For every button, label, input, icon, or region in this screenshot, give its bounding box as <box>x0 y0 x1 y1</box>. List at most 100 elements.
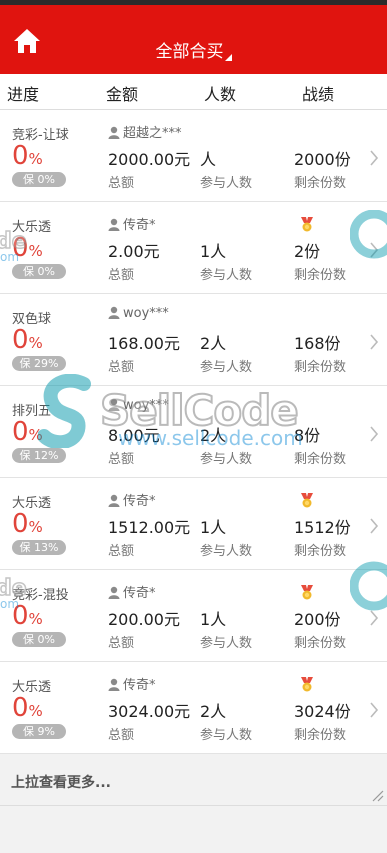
people-label: 参与人数 <box>200 452 253 467</box>
amount-value: 3024.00元 <box>108 702 191 721</box>
people-value: 1人 <box>200 518 227 537</box>
share-value: 2份 <box>294 242 321 261</box>
user-name: 传奇* <box>108 490 156 509</box>
people-value: 2人 <box>200 702 227 721</box>
people-label: 参与人数 <box>200 360 253 375</box>
progress-value: 0% <box>12 233 43 263</box>
guarantee-badge: 保 0% <box>12 632 66 647</box>
progress-value: 0% <box>12 417 43 447</box>
share-label: 剩余份数 <box>294 452 347 467</box>
amount-value: 2000.00元 <box>108 150 191 169</box>
chevron-right-icon <box>370 242 379 258</box>
load-more-bar[interactable]: 上拉查看更多... <box>0 754 387 806</box>
guarantee-badge: 保 13% <box>12 540 66 555</box>
user-name: woy*** <box>108 398 169 413</box>
amount-value: 8.00元 <box>108 426 160 445</box>
progress-value: 0% <box>12 509 43 539</box>
column-people: 人数 <box>204 85 237 104</box>
chevron-right-icon <box>370 426 379 442</box>
amount-label: 总额 <box>108 452 135 467</box>
progress-value: 0% <box>12 325 43 355</box>
guarantee-badge: 保 12% <box>12 448 66 463</box>
amount-label: 总额 <box>108 544 135 559</box>
people-value: 人 <box>200 150 217 169</box>
share-value: 8份 <box>294 426 321 445</box>
medal-icon <box>301 493 313 508</box>
column-progress: 进度 <box>7 85 40 104</box>
progress-value: 0% <box>12 601 43 631</box>
plan-row[interactable]: 竞彩-让球 0% 保 0% 超越之*** 2000.00元人 2000份 总额 参与人数 剩余份… <box>0 110 387 202</box>
plan-row[interactable]: 大乐透 0% 保 9% 传奇* 3024.00元 2人 3024份 总额 参与人数 剩余份数 <box>0 662 387 754</box>
column-record: 战绩 <box>302 85 335 104</box>
app-header: 全部合买 <box>0 5 387 74</box>
people-value: 1人 <box>200 610 227 629</box>
resize-grip-icon <box>372 790 384 802</box>
people-label: 参与人数 <box>200 728 253 743</box>
guarantee-badge: 保 29% <box>12 356 66 371</box>
share-value: 168份 <box>294 334 341 353</box>
user-name: 传奇* <box>108 582 156 601</box>
share-value: 200份 <box>294 610 341 629</box>
chevron-right-icon <box>370 610 379 626</box>
amount-label: 总额 <box>108 176 135 191</box>
plan-list: 竞彩-让球 0% 保 0% 超越之*** 2000.00元人 2000份 总额 参与人数 剩余份… <box>0 110 387 754</box>
user-icon <box>108 586 120 599</box>
user-name: 传奇* <box>108 214 156 233</box>
share-label: 剩余份数 <box>294 176 347 191</box>
page-title-dropdown[interactable]: 全部合买 <box>0 37 387 62</box>
progress-value: 0% <box>12 141 43 171</box>
user-icon <box>108 398 120 411</box>
medal-icon <box>301 677 313 692</box>
chevron-right-icon <box>370 702 379 718</box>
user-icon <box>108 678 120 691</box>
share-label: 剩余份数 <box>294 544 347 559</box>
amount-value: 168.00元 <box>108 334 180 353</box>
amount-value: 200.00元 <box>108 610 180 629</box>
chevron-right-icon <box>370 518 379 534</box>
people-value: 2人 <box>200 334 227 353</box>
amount-label: 总额 <box>108 728 135 743</box>
share-label: 剩余份数 <box>294 268 347 283</box>
user-name: 超越之*** <box>108 122 182 141</box>
share-label: 剩余份数 <box>294 728 347 743</box>
plan-row[interactable]: 排列五 0% 保 12% woy*** 8.00元 2人 8份 总额 参与人数 剩余份数 <box>0 386 387 478</box>
people-label: 参与人数 <box>200 268 253 283</box>
share-value: 2000份 <box>294 150 351 169</box>
dropdown-caret-icon <box>224 54 232 61</box>
user-icon <box>108 494 120 507</box>
user-icon <box>108 306 120 319</box>
amount-label: 总额 <box>108 360 135 375</box>
plan-row[interactable]: 大乐透 0% 保 13% 传奇* 1512.00元 1人 1512份 总额 参与人数 剩余份数 <box>0 478 387 570</box>
progress-value: 0% <box>12 693 43 723</box>
share-value: 3024份 <box>294 702 351 721</box>
people-value: 1人 <box>200 242 227 261</box>
share-label: 剩余份数 <box>294 360 347 375</box>
amount-label: 总额 <box>108 268 135 283</box>
user-name: woy*** <box>108 306 169 321</box>
chevron-right-icon <box>370 150 379 166</box>
plan-row[interactable]: 竞彩-混投 0% 保 0% 传奇* 200.00元 1人 200份 总额 参与人数 剩余份数 <box>0 570 387 662</box>
medal-icon <box>301 217 313 232</box>
share-value: 1512份 <box>294 518 351 537</box>
amount-label: 总额 <box>108 636 135 651</box>
page-title: 全部合买 <box>155 42 224 62</box>
people-label: 参与人数 <box>200 544 253 559</box>
column-header: 进度 金额 人数 战绩 <box>0 74 387 110</box>
share-label: 剩余份数 <box>294 636 347 651</box>
plan-row[interactable]: 双色球 0% 保 29% woy*** 168.00元 2人 168份 总额 参与人数 剩余份数 <box>0 294 387 386</box>
user-icon <box>108 218 120 231</box>
amount-value: 2.00元 <box>108 242 160 261</box>
chevron-right-icon <box>370 334 379 350</box>
amount-value: 1512.00元 <box>108 518 191 537</box>
medal-icon <box>301 585 313 600</box>
column-amount: 金额 <box>106 85 139 104</box>
user-name: 传奇* <box>108 674 156 693</box>
guarantee-badge: 保 0% <box>12 264 66 279</box>
people-label: 参与人数 <box>200 176 253 191</box>
guarantee-badge: 保 0% <box>12 172 66 187</box>
people-label: 参与人数 <box>200 636 253 651</box>
plan-row[interactable]: 大乐透 0% 保 0% 传奇* 2.00元 1人 2份 总额 参与人数 剩余份数 <box>0 202 387 294</box>
guarantee-badge: 保 9% <box>12 724 66 739</box>
people-value: 2人 <box>200 426 227 445</box>
load-more-text: 上拉查看更多... <box>11 775 111 791</box>
